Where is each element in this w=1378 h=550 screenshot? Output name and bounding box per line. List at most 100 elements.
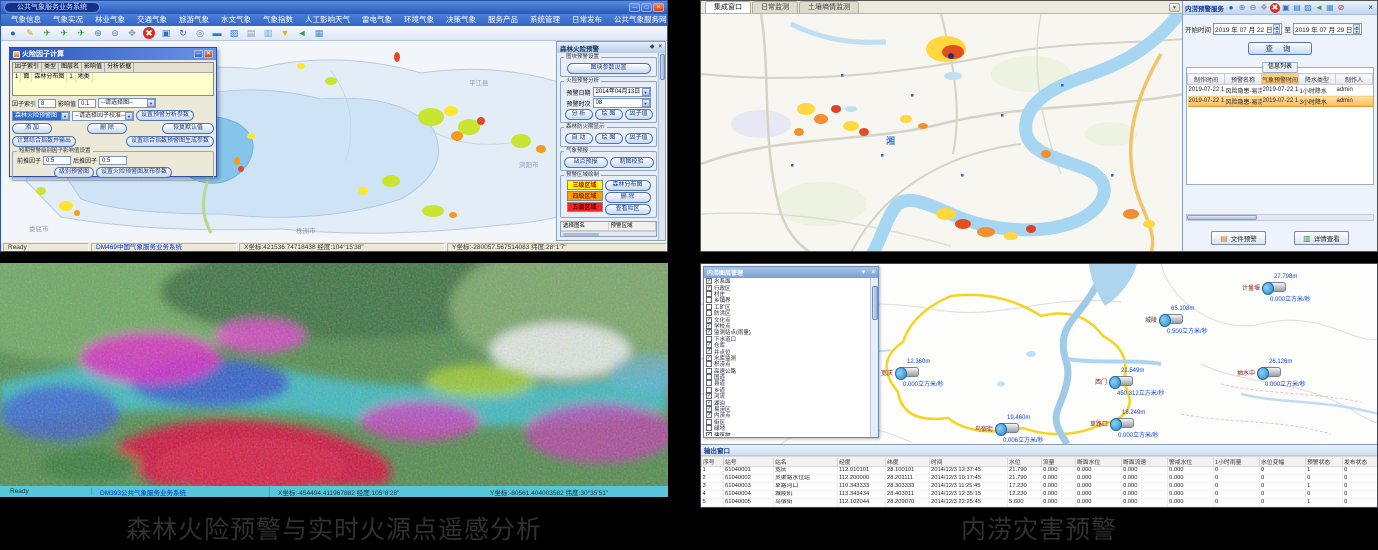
layer-checkbox[interactable]: ✓ [706,400,712,406]
layer-checkbox[interactable]: ✓ [706,406,712,412]
fly-path-icon[interactable]: ✈ [58,27,70,39]
analyze-button[interactable]: 分 析 [565,109,593,120]
menu-item[interactable]: 林业气象 [89,14,131,26]
draw-button[interactable]: 绘 图 [595,109,623,120]
data-column-header[interactable]: 断面流速 [1122,457,1168,467]
layers-vscrollbar[interactable] [870,278,878,437]
zoom-in-icon[interactable]: ⊕ [1237,3,1247,13]
date-to-field[interactable]: 2019 年 07 月 29 日 ▲ ▼ [1293,23,1362,35]
remote-sensing-image[interactable] [0,263,668,486]
forest-map-button[interactable]: 森林分布图 [605,180,651,191]
dropdown-icon[interactable]: ▼ [61,112,69,120]
station-data-row[interactable]: 1 61040001 宽庆 112.010101 28.100101 2014/… [702,467,1378,475]
back-icon[interactable]: ◄ [1314,3,1324,13]
warning-zone-list[interactable]: 选择图名预警区域 [560,221,657,237]
data-column-header[interactable]: 断面水位 [1076,457,1122,467]
layer-checkbox[interactable]: ✓ [706,329,712,335]
record-column-header[interactable]: 降水类型 [1299,74,1336,85]
panel-action-button[interactable]: 编 辑 [609,240,651,241]
dropdown-icon[interactable]: ▼ [147,99,155,107]
layer-checkbox[interactable] [706,380,712,386]
menu-item[interactable]: 交通气象 [131,14,173,26]
warning-date-select[interactable]: 2014年04月13日 ▼ [593,87,651,97]
data-column-header[interactable]: 水位变幅 [1260,457,1306,467]
map-grid-icon[interactable]: ▦ [313,27,325,39]
tab-integrated-window[interactable]: 集成窗口 [705,1,751,13]
dialog-titlebar[interactable]: 火险因子计算 ─ × [10,48,216,60]
minimize-button[interactable]: ─ [629,3,640,12]
data-column-header[interactable]: 发布状态 [1343,457,1378,467]
layers-icon[interactable]: ▤ [1292,3,1302,13]
backward-factor-input[interactable]: 0.5 [99,156,127,165]
close-button[interactable]: × [653,3,664,12]
menu-item[interactable]: 决策气象 [440,14,482,26]
data-column-header[interactable]: 序号 [702,457,724,467]
warning-time-select[interactable]: 08 ▼ [593,98,651,108]
forward-factor-input[interactable]: 0.5 [43,156,71,165]
window-titlebar[interactable]: 公共气象服务业务系统 ─ □ × [1,1,667,14]
tab-dropdown-icon[interactable]: ▼ [1169,3,1180,12]
pin-icon[interactable]: ▼ [279,27,291,39]
print-icon[interactable]: ▤ [245,27,257,39]
warning-record-row[interactable]: 2019-07-22 1.. 风险隐患-易涝.. 2019-07-22 1.. … [1188,96,1373,107]
zoom-percent-icon[interactable]: ◎ [194,27,206,39]
level-map-button[interactable]: 级别预警图 [54,167,94,178]
delete-button[interactable]: 删 除 [87,123,127,134]
layer-checkbox[interactable]: ✓ [706,285,712,291]
panel-titlebar[interactable]: 森林火险预警 ◆ × [557,42,665,53]
reset-button[interactable]: 恢复默认值 [162,123,214,134]
view-zone-button[interactable]: 查看险区 [605,204,651,215]
menu-item[interactable]: 旅游气象 [173,14,215,26]
data-column-header[interactable]: 水位 [1008,457,1042,467]
zoom-in-icon[interactable]: ⊕ [92,27,104,39]
data-column-header[interactable]: 经度 [838,457,886,467]
map-grid-icon[interactable]: ▦ [1325,3,1335,13]
menu-item[interactable]: 公共气象服务网 [608,14,667,26]
stop-icon[interactable]: ⊘ [1336,3,1346,13]
layer-item[interactable]: ✓ 建筑物 [706,431,869,436]
globe-icon[interactable]: ● [7,27,19,39]
layer-checkbox[interactable] [706,304,712,310]
warning-record-row[interactable]: 2019-07-22 1.. 风险隐患-易涝.. 2019-07-22 1.. … [1188,85,1373,96]
layer-checkbox[interactable]: ✓ [706,323,712,329]
factor-value-button[interactable]: 因子值 [625,133,653,144]
draw-button[interactable]: 绘 图 [595,133,623,144]
map-image-icon[interactable]: ▨ [1303,3,1313,13]
calc-index-button[interactable]: 计算综合指数并输出 [12,136,76,147]
pan-icon[interactable]: ✥ [1259,3,1269,13]
layer-checkbox[interactable] [706,387,712,393]
close-icon[interactable]: × [1366,3,1375,13]
menu-item[interactable]: 服务产品 [482,14,524,26]
gauge-station[interactable]: 宽庆 12.360m 0.000立方米/秒 [899,367,919,377]
station-data-row[interactable]: 5 61040005 鸟宿街 112.102044 28.209070 2014… [702,499,1378,507]
layer-checkbox[interactable] [706,374,712,380]
publish-params-button[interactable]: 设置火险预警图发布参数 [96,167,172,178]
hscrollbar[interactable] [1186,214,1374,221]
refresh-icon[interactable]: ↻ [177,27,189,39]
monitor-icon[interactable]: ▣ [160,27,172,39]
tab-soil-moisture[interactable]: 土壤墒情监测 [799,1,859,13]
station-data-row[interactable]: 3 61040003 草路河口 110.343333 28.303333 201… [702,483,1378,491]
station-map-canvas[interactable]: 内涝图层管理 ▼ × ✓ 水系面 ✓ 行政区 村庄 [701,264,1378,444]
date-from-field[interactable]: 2019 年 07 月 22 日 ▲ ▼ [1213,23,1282,35]
data-column-header[interactable]: 纬度 [886,457,930,467]
menu-item[interactable]: 日常发布 [566,14,608,26]
panel-titlebar[interactable]: 内涝预警服务 ●⊕⊖✥✖▣▤▨◄▦⊘ × [1183,1,1377,15]
data-column-header[interactable]: 站名 [774,457,838,467]
globe-icon[interactable]: ● [1226,3,1236,13]
export-icon[interactable]: ▥ [262,27,274,39]
close-icon[interactable]: × [871,270,875,276]
layer-checkbox[interactable]: ✓ [706,348,712,354]
pin-icon[interactable]: ◆ [650,43,655,52]
fly-to-icon[interactable]: ✈ [41,27,53,39]
add-button[interactable]: 添 加 [12,123,52,134]
detail-view-button[interactable]: ▥ 详情查看 [1294,231,1349,245]
monitor-icon[interactable]: ▣ [1281,3,1291,13]
dialog-close-button[interactable]: × [204,50,213,58]
maximize-button[interactable]: □ [641,3,652,12]
gauge-station[interactable]: 抽水中 26.126m 0.000立方米/秒 [1261,367,1281,377]
data-column-header[interactable]: 站号 [724,457,774,467]
set-output-params-button[interactable]: 设置综合指数预警图生成参数 [126,136,214,147]
gauge-station[interactable]: 计量堰 27.798m 0.000立方米/秒 [1266,282,1286,292]
station-data-row[interactable]: 4 61040004 城陵矶 113.343434 28.403011 2014… [702,491,1378,499]
